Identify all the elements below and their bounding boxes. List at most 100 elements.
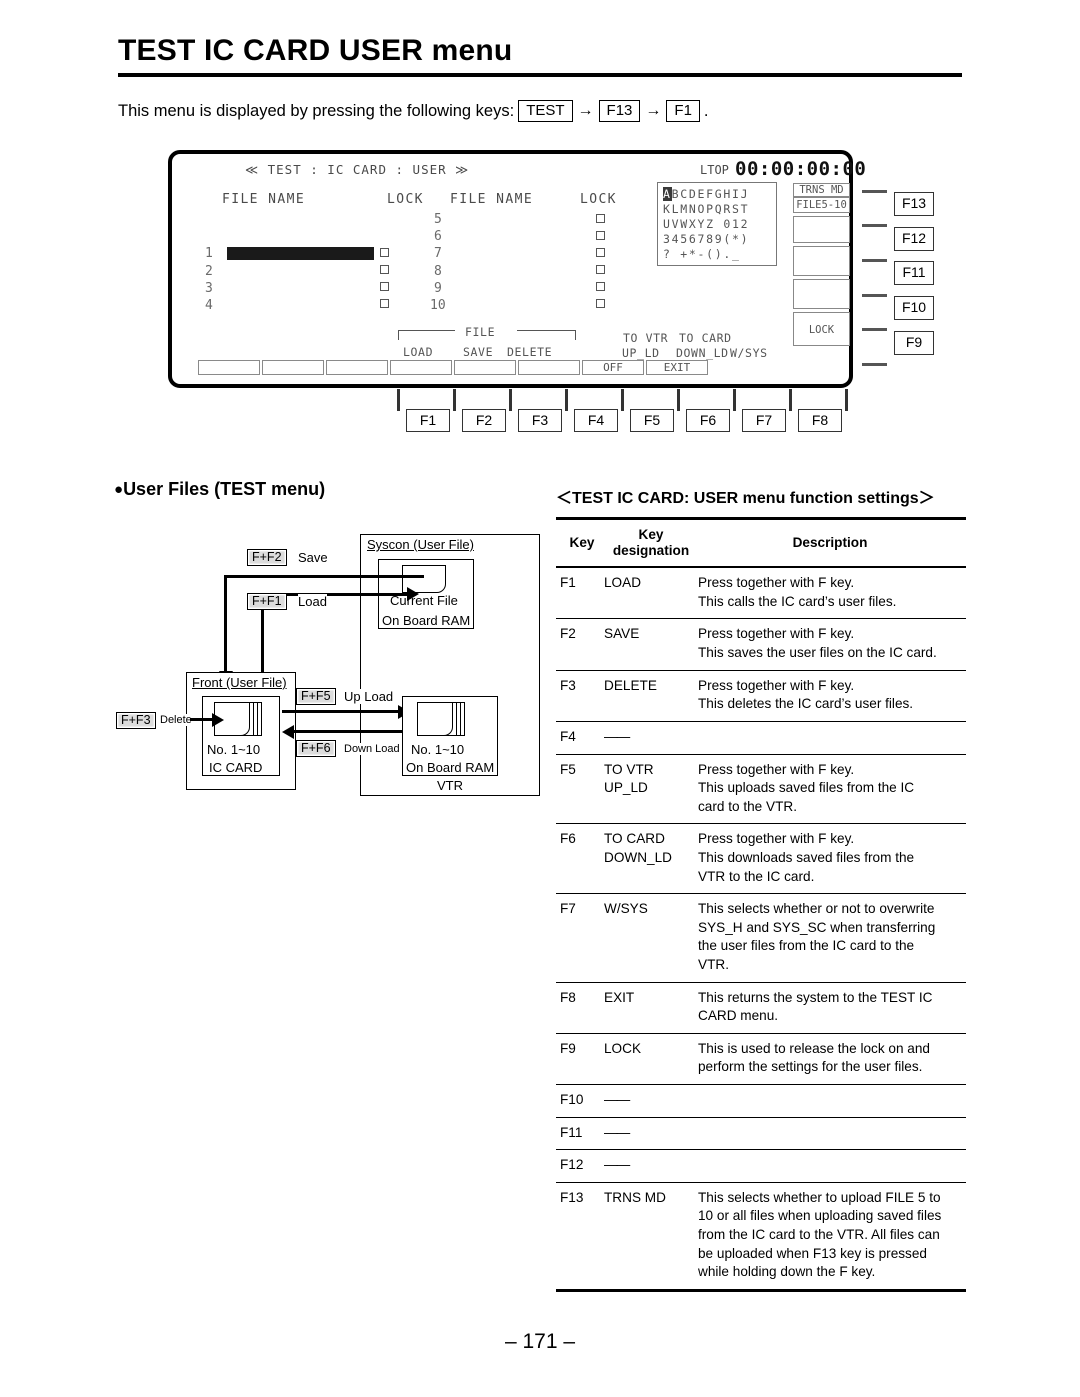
connector-dash-end [862, 363, 887, 366]
cell-designation: —— [604, 728, 630, 744]
tag-save-text: Save [298, 550, 328, 565]
lcd-lock-checkbox[interactable] [380, 282, 389, 291]
lcd-softkey-f5[interactable] [454, 360, 516, 375]
cell-designation: —— [604, 1157, 630, 1173]
lcd-softkey-f3[interactable] [326, 360, 388, 375]
cell-key: F1 [560, 575, 576, 591]
cell-description [698, 1117, 966, 1150]
fkey-label-f11: F11 [894, 261, 934, 285]
table-row: F13 TRNS MD This selects whether to upload… [556, 1182, 966, 1291]
table-head: Key Key designation Description [556, 518, 966, 568]
front-box-label: Front (User File) [191, 675, 288, 690]
lcd-softcell-blank[interactable] [793, 246, 850, 276]
cell-description [698, 721, 966, 754]
lcd-softcell-file-range[interactable]: FILE5-10 [793, 197, 850, 213]
lcd-lock-checkbox[interactable] [596, 214, 605, 223]
cell-description: Press together with F key. This uploads … [698, 761, 915, 814]
column-header-description: Description [792, 534, 868, 550]
lcd-softcell-blank[interactable] [793, 279, 850, 309]
cell-designation: W/SYS [604, 901, 648, 917]
lcd-softkey-spacer [710, 360, 772, 375]
char-grid-row: BCDEFGHIJ [671, 187, 750, 201]
table-row: F7 W/SYS This selects whether or not to ov… [556, 894, 966, 983]
connector-tick-f3 [509, 389, 512, 411]
lcd-header-lock-right: LOCK [580, 192, 617, 207]
lcd-label-delete: DELETE [507, 345, 553, 359]
title-underline-rule [118, 73, 962, 77]
table-row: F1 LOAD Press together with F key. This ca… [556, 567, 966, 619]
char-grid-row: KLMNOPQRST [663, 202, 750, 216]
lcd-character-grid[interactable]: ABCDEFGHIJ KLMNOPQRST UVWXYZ 012 3456789… [657, 182, 777, 266]
lcd-label-up-ld: UP_LD [622, 346, 660, 360]
connector-tick-f5 [621, 389, 624, 411]
lcd-softkey-f8[interactable]: EXIT [646, 360, 708, 375]
fkey-label-f3: F3 [518, 409, 562, 432]
arrow-icon-1: → [577, 102, 594, 120]
lcd-lock-checkbox[interactable] [596, 231, 605, 240]
document-page: TEST IC CARD USER menu This menu is disp… [0, 0, 1080, 1397]
lcd-lock-checkbox[interactable] [596, 282, 605, 291]
lcd-softcell-lock[interactable]: LOCK [793, 312, 850, 346]
connector-tick-f1 [397, 389, 400, 411]
column-header-key: Key [569, 534, 595, 550]
lcd-softkey-f1[interactable] [198, 360, 260, 375]
lcd-file-row-number: 4 [205, 298, 213, 313]
lcd-label-load: LOAD [403, 345, 434, 359]
lcd-lock-checkbox[interactable] [380, 299, 389, 308]
char-grid-highlighted-letter: A [663, 187, 672, 201]
connector-tick-f6 [677, 389, 680, 411]
fkey-label-f12: F12 [894, 227, 934, 251]
column-header-designation-line1: Key [638, 527, 664, 542]
arrow-icon-2: → [645, 102, 662, 120]
download-flow-arrowhead [282, 725, 294, 739]
tag-load-key: F+F1 [247, 593, 287, 610]
cell-key: F4 [560, 728, 576, 744]
lcd-softkey-f6[interactable] [518, 360, 580, 375]
section-heading-user-files: ●User Files (TEST menu) [114, 479, 325, 500]
cell-key: F7 [560, 901, 576, 917]
lcd-lock-checkbox[interactable] [380, 265, 389, 274]
connector-dash-f9 [862, 328, 887, 331]
lcd-softcell-trns-md[interactable]: TRNS MD [793, 183, 850, 197]
tag-delete-key: F+F3 [116, 712, 156, 729]
intro-instruction: This menu is displayed by pressing the f… [118, 100, 709, 123]
cell-key: F11 [560, 1124, 583, 1140]
lcd-lock-checkbox[interactable] [596, 299, 605, 308]
tag-load-text: Load [298, 594, 327, 609]
cell-designation: —— [604, 1124, 630, 1140]
load-flow-arrowhead [407, 587, 419, 601]
cell-key: F10 [560, 1092, 584, 1108]
lcd-timecode: 00:00:00:00 [735, 158, 867, 180]
connector-dash-f10 [862, 294, 887, 297]
lcd-label-save: SAVE [463, 345, 494, 359]
cell-description [698, 1085, 966, 1118]
fkey-label-f13: F13 [894, 192, 934, 216]
cell-description: Press together with F key. This saves th… [698, 626, 937, 661]
table-row: F8 EXIT This returns the system to the TES… [556, 982, 966, 1034]
cell-description: This selects whether or not to overwrite… [698, 901, 936, 972]
lcd-lock-checkbox[interactable] [596, 265, 605, 274]
cell-designation: SAVE [604, 626, 640, 642]
connector-tick-f7 [733, 389, 736, 411]
cell-description: Press together with F key. This calls th… [698, 575, 897, 609]
lcd-softcell-blank[interactable] [793, 216, 850, 243]
cell-designation: LOAD [604, 575, 642, 591]
table-row: F12 —— [556, 1150, 966, 1183]
lcd-label-file: FILE [465, 325, 496, 339]
lcd-softkey-f4[interactable] [390, 360, 452, 375]
tag-upload-text: Up Load [344, 689, 394, 704]
cell-description: This selects whether to upload FILE 5 to… [698, 1189, 942, 1280]
lcd-lock-checkbox[interactable] [596, 248, 605, 257]
table-body: F1 LOAD Press together with F key. This ca… [556, 567, 966, 1291]
no-range-right-label: No. 1~10 [411, 742, 465, 757]
cell-designation: DELETE [604, 677, 657, 693]
fkey-label-f7: F7 [742, 409, 786, 432]
lcd-lock-checkbox[interactable] [380, 248, 389, 257]
cell-description: This returns the system to the TEST IC C… [698, 989, 933, 1024]
lcd-file-row-number: 7 [434, 246, 442, 261]
lcd-softkey-f2[interactable] [262, 360, 324, 375]
cell-designation: LOCK [604, 1040, 642, 1056]
lcd-softkey-f7[interactable]: OFF [582, 360, 644, 375]
lcd-file-row-number: 6 [434, 229, 442, 244]
lcd-header-filename-right: FILE NAME [450, 192, 534, 207]
